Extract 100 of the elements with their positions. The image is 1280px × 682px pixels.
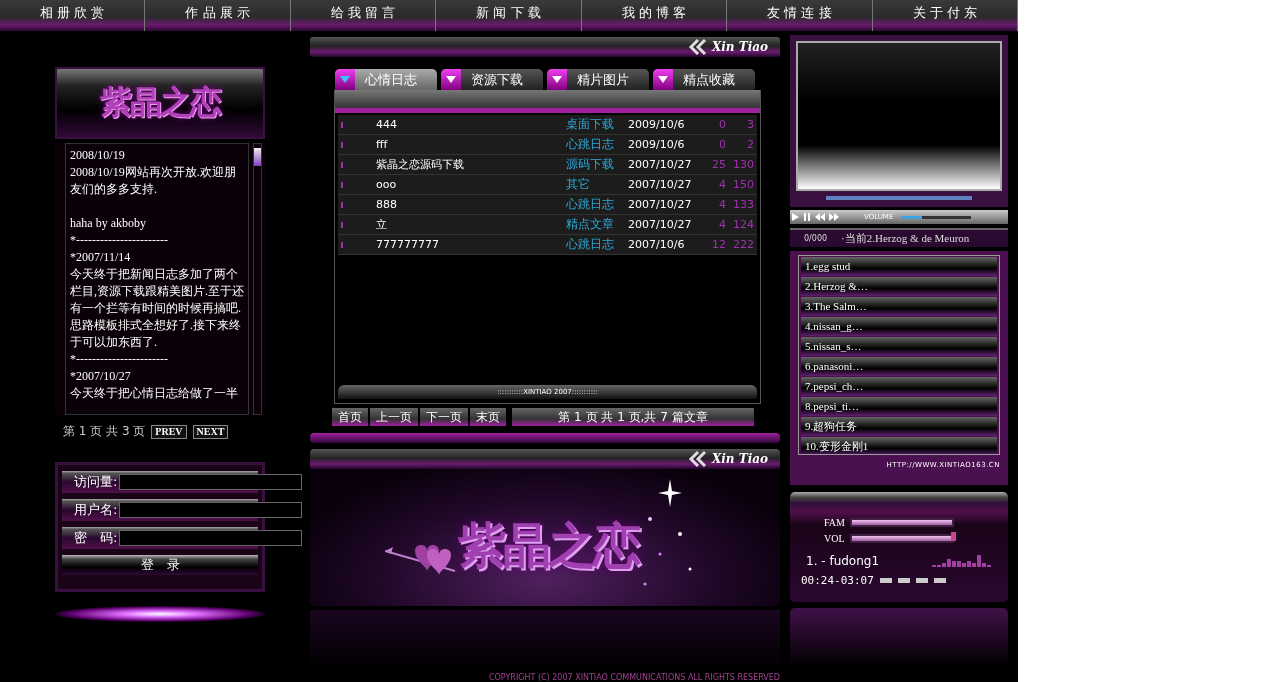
news-text: *2007/11/14	[70, 249, 132, 266]
small-button[interactable]	[879, 578, 892, 583]
category-link[interactable]: 精点文章	[566, 216, 628, 233]
small-button[interactable]	[897, 578, 910, 583]
playlist-item[interactable]: 5.nissan_s…	[801, 337, 997, 356]
count-text: 0	[718, 118, 726, 131]
chevron-icon	[687, 39, 706, 55]
next-button[interactable]: NEXT	[192, 424, 229, 439]
count-text: 0	[718, 138, 726, 151]
login-button[interactable]: 登 录	[62, 555, 258, 575]
pause-icon[interactable]	[802, 212, 812, 222]
field-label: 密 码:	[74, 529, 118, 547]
nav-link[interactable]: 作 品 展 示	[145, 0, 291, 31]
count-text: 4	[718, 218, 726, 231]
news-text: *-----------------------	[70, 351, 169, 368]
date-text: 2007/10/6	[628, 238, 686, 251]
field-label: 用户名:	[74, 501, 118, 519]
copyright-text: COPYRIGHT (C) 2007 XINTIAO COMMUNICATIONS ALL RIGHTS RESERVED	[488, 673, 780, 682]
row-marker	[341, 121, 343, 128]
now-playing-text: ·当前2.Herzog & de Meuron	[841, 231, 970, 246]
news-text: haha by akboby	[70, 215, 147, 232]
banner-logo: 紫晶之恋	[458, 516, 638, 575]
news-text: 今天终于把心情日志给做了一半	[70, 385, 239, 402]
date-text: 2007/10/27	[628, 218, 693, 231]
category-link[interactable]: 心跳日志	[566, 136, 628, 153]
playlist-item[interactable]: 10.变形金刚1	[801, 437, 997, 454]
playlist-item[interactable]: 4.nissan_g…	[801, 317, 997, 336]
brand-text: Xin Tiao	[711, 452, 768, 466]
input-field[interactable]	[119, 530, 303, 546]
date-text: 2007/10/27	[628, 198, 693, 211]
volume-slider[interactable]	[901, 215, 972, 219]
site-logo: 紫晶之恋	[100, 82, 220, 123]
category-link[interactable]: 心跳日志	[566, 236, 628, 253]
count-text: 3	[746, 118, 754, 131]
playlist-item[interactable]: 9.超狗任务	[801, 417, 997, 436]
slider-thumb[interactable]	[951, 531, 956, 541]
count-text: 150	[732, 178, 754, 191]
count-text: 25	[711, 158, 726, 171]
news-text: 今天终于把新闻日志多加了两个栏目,资源下载跟精美图片.至于还有一个拦等有时间的时候再搞吧.思路模板排式全想好了.接下来终于可以加东西了.	[70, 266, 244, 351]
nav-link[interactable]: 新 闻 下 载	[436, 0, 582, 31]
news-text: 2008/10/19网站再次开放.欢迎朋友们的多多支持.	[70, 164, 237, 198]
news-text: *-----------------------	[70, 232, 169, 249]
nav-link[interactable]: 我 的 博 客	[581, 0, 728, 31]
small-button[interactable]	[915, 578, 928, 583]
article-title: 777777777	[376, 238, 440, 251]
fast-forward-icon[interactable]	[828, 212, 840, 222]
scroll-thumb[interactable]	[254, 148, 261, 166]
article-title: 立	[376, 217, 388, 232]
slider-label: FAM	[824, 516, 844, 528]
row-marker	[341, 241, 343, 248]
triangle-icon	[552, 76, 562, 83]
triangle-icon	[340, 76, 350, 83]
equalizer-icon	[932, 555, 992, 567]
field-label: 访问量:	[74, 473, 118, 491]
nav-link[interactable]: 相 册 欣 赏	[0, 0, 146, 31]
category-link[interactable]: 其它	[566, 176, 628, 193]
row-marker	[341, 141, 343, 148]
count-text: 133	[732, 198, 754, 211]
slider-label: VOL	[824, 532, 844, 544]
rewind-icon[interactable]	[814, 212, 826, 222]
playlist-item[interactable]: 3.The Salm…	[801, 297, 997, 316]
pager-button[interactable]: 末页	[470, 408, 506, 426]
date-text: 2007/10/27	[628, 178, 693, 191]
tab[interactable]: 资源下载	[441, 69, 543, 90]
pager-button[interactable]: 下一页	[420, 408, 468, 426]
playlist-item[interactable]: 1.egg stud	[801, 257, 997, 276]
nav-link[interactable]: 给 我 留 言	[290, 0, 437, 31]
play-icon[interactable]	[790, 212, 800, 222]
date-text: 2007/10/27	[628, 158, 693, 171]
triangle-icon	[446, 76, 456, 83]
small-button[interactable]	[933, 578, 946, 583]
playlist-item[interactable]: 7.pepsi_ch…	[801, 377, 997, 396]
nav-link[interactable]: 友 情 连 接	[727, 0, 873, 31]
count-text: 130	[732, 158, 754, 171]
row-marker	[341, 161, 343, 168]
playlist-item[interactable]: 6.panasoni…	[801, 357, 997, 376]
row-marker	[341, 221, 343, 228]
category-link[interactable]: 源码下载	[566, 156, 628, 173]
input-field[interactable]	[119, 474, 303, 490]
count-text: 2	[746, 138, 754, 151]
tab[interactable]: 精点收藏	[653, 69, 755, 90]
pager-button[interactable]: 上一页	[370, 408, 418, 426]
triangle-icon	[658, 76, 668, 83]
nav-link[interactable]: 关 于 付 东	[872, 0, 1018, 31]
article-title: 444	[376, 118, 398, 131]
pager-button[interactable]: 首页	[332, 408, 368, 426]
count-text: 4	[718, 178, 726, 191]
playlist-item[interactable]: 8.pepsi_ti…	[801, 397, 997, 416]
track-name: 1. - fudong1	[806, 554, 880, 568]
date-text: 2009/10/6	[628, 138, 686, 151]
input-field[interactable]	[119, 502, 303, 518]
category-link[interactable]: 心跳日志	[566, 196, 628, 213]
playlist-item[interactable]: 2.Herzog &…	[801, 277, 997, 296]
count-text: 124	[732, 218, 754, 231]
tab[interactable]: 心情日志	[335, 69, 437, 90]
prev-button[interactable]: PREV	[151, 424, 187, 439]
time-text: 00:24-03:07	[801, 574, 874, 587]
news-text: 2008/10/19	[70, 147, 126, 164]
category-link[interactable]: 桌面下载	[566, 116, 628, 133]
tab[interactable]: 精片图片	[547, 69, 649, 90]
